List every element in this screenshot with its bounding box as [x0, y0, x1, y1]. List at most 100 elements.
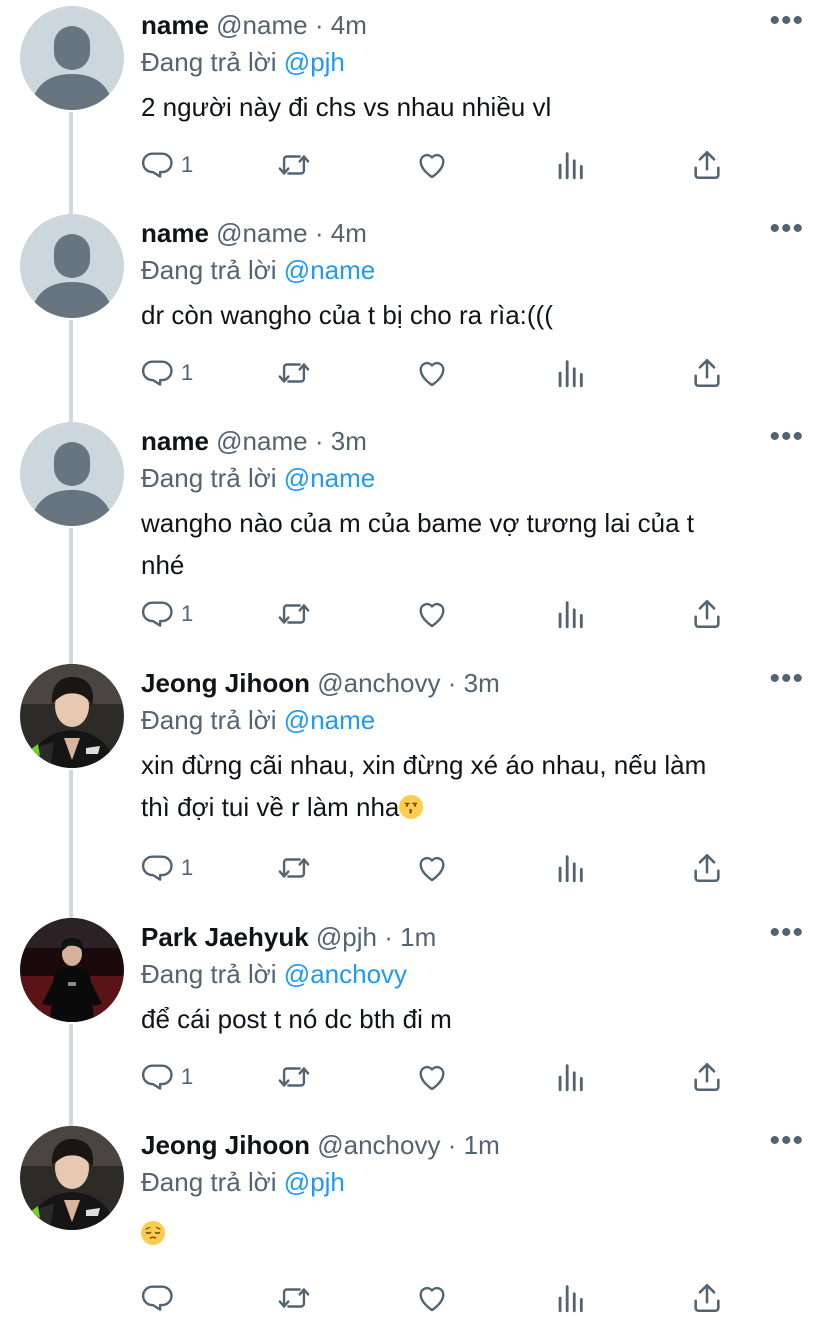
more-icon[interactable]: ••• — [769, 214, 804, 252]
avatar[interactable] — [20, 422, 124, 526]
tweet[interactable]: Jeong Jihoon @anchovy · 3m ••• Đang trả … — [0, 658, 828, 912]
separator-dot: · — [314, 426, 324, 456]
analytics-button[interactable] — [553, 353, 587, 393]
tweet-content: name @name · 4m ••• Đang trả lời @pjh 2 … — [141, 6, 804, 128]
like-button[interactable] — [415, 848, 449, 888]
more-icon[interactable]: ••• — [769, 1126, 804, 1164]
replying-to-mention[interactable]: @name — [284, 705, 375, 735]
analytics-button[interactable] — [553, 145, 587, 185]
tweet-text: để cái post t nó dc bth đi m — [141, 1004, 452, 1034]
replying-to: Đang trả lời @name — [141, 252, 804, 288]
tweet-header: name @name · 3m ••• — [141, 422, 804, 460]
like-button[interactable] — [415, 145, 449, 185]
retweet-button[interactable] — [277, 353, 311, 393]
display-name[interactable]: Jeong Jihoon — [141, 668, 310, 698]
display-name[interactable]: Jeong Jihoon — [141, 1130, 310, 1160]
share-button[interactable] — [690, 848, 724, 888]
reply-button[interactable]: 1 — [141, 594, 193, 634]
reply-button[interactable]: 1 — [141, 1057, 193, 1097]
like-button[interactable] — [415, 594, 449, 634]
share-icon — [690, 1060, 724, 1094]
retweet-icon — [277, 148, 311, 182]
tweet-text: dr còn wangho của t bị cho ra rìa:((( — [141, 300, 553, 330]
display-name[interactable]: name — [141, 426, 209, 456]
share-button[interactable] — [690, 353, 724, 393]
like-button[interactable] — [415, 353, 449, 393]
retweet-button[interactable] — [277, 594, 311, 634]
like-button[interactable] — [415, 1057, 449, 1097]
username[interactable]: @anchovy — [317, 1130, 440, 1160]
more-icon[interactable]: ••• — [769, 422, 804, 460]
share-button[interactable] — [690, 1057, 724, 1097]
avatar[interactable] — [20, 6, 124, 110]
tweet[interactable]: Jeong Jihoon @anchovy · 1m ••• Đang trả … — [0, 1120, 828, 1324]
replying-to-mention[interactable]: @pjh — [284, 1167, 345, 1197]
timestamp[interactable]: 1m — [464, 1130, 500, 1160]
retweet-button[interactable] — [277, 145, 311, 185]
username[interactable]: @name — [216, 218, 307, 248]
more-icon[interactable]: ••• — [769, 664, 804, 702]
reply-icon — [141, 851, 175, 885]
share-button[interactable] — [690, 1278, 724, 1318]
timestamp[interactable]: 4m — [331, 10, 367, 40]
reply-count: 1 — [181, 360, 194, 385]
avatar[interactable] — [20, 1126, 124, 1230]
username[interactable]: @name — [216, 426, 307, 456]
reply-button[interactable]: 1 — [141, 353, 193, 393]
tweet-text — [141, 1212, 804, 1254]
replying-to-mention[interactable]: @name — [284, 255, 375, 285]
timestamp[interactable]: 1m — [400, 922, 436, 952]
retweet-button[interactable] — [277, 1057, 311, 1097]
default-avatar-icon — [20, 422, 124, 526]
username[interactable]: @name — [216, 10, 307, 40]
replying-to-label: Đang trả lời — [141, 1167, 277, 1197]
like-icon — [415, 1060, 449, 1094]
retweet-button[interactable] — [277, 848, 311, 888]
tweet[interactable]: name @name · 3m ••• Đang trả lời @name w… — [0, 416, 828, 658]
more-icon[interactable]: ••• — [769, 918, 804, 956]
tweet[interactable]: name @name · 4m ••• Đang trả lời @name d… — [0, 208, 828, 416]
analytics-icon — [553, 851, 587, 885]
analytics-icon — [553, 1060, 587, 1094]
share-button[interactable] — [690, 145, 724, 185]
tweet-header: name @name · 4m ••• — [141, 6, 804, 44]
avatar[interactable] — [20, 214, 124, 318]
analytics-button[interactable] — [553, 848, 587, 888]
timestamp[interactable]: 3m — [464, 668, 500, 698]
replying-to-mention[interactable]: @name — [284, 463, 375, 493]
like-button[interactable] — [415, 1278, 449, 1318]
analytics-button[interactable] — [553, 594, 587, 634]
tweet-text: xin đừng cãi nhau, xin đừng xé áo nhau, … — [141, 744, 804, 828]
reply-button[interactable] — [141, 1278, 175, 1318]
tweet-actions: 1 — [141, 145, 761, 185]
share-button[interactable] — [690, 594, 724, 634]
replying-to-mention[interactable]: @anchovy — [284, 959, 407, 989]
username[interactable]: @pjh — [316, 922, 377, 952]
reply-button[interactable]: 1 — [141, 848, 193, 888]
tweet[interactable]: name @name · 4m ••• Đang trả lời @pjh 2 … — [0, 0, 828, 208]
share-icon — [690, 1281, 724, 1315]
display-name[interactable]: name — [141, 218, 209, 248]
display-name[interactable]: name — [141, 10, 209, 40]
timestamp[interactable]: 4m — [331, 218, 367, 248]
analytics-button[interactable] — [553, 1057, 587, 1097]
tweet[interactable]: Park Jaehyuk @pjh · 1m ••• Đang trả lời … — [0, 912, 828, 1120]
analytics-button[interactable] — [553, 1278, 587, 1318]
tweet-text-line: wangho nào của m của bame vợ tương lai c… — [141, 508, 695, 538]
reply-button[interactable]: 1 — [141, 145, 193, 185]
share-icon — [690, 597, 724, 631]
like-icon — [415, 597, 449, 631]
avatar[interactable] — [20, 918, 124, 1022]
username[interactable]: @anchovy — [317, 668, 440, 698]
retweet-button[interactable] — [277, 1278, 311, 1318]
reply-count: 1 — [181, 1064, 194, 1089]
timestamp[interactable]: 3m — [331, 426, 367, 456]
avatar[interactable] — [20, 664, 124, 768]
tweet-text: wangho nào của m của bame vợ tương lai c… — [141, 502, 804, 586]
more-icon[interactable]: ••• — [769, 6, 804, 44]
replying-to-mention[interactable]: @pjh — [284, 47, 345, 77]
display-name[interactable]: Park Jaehyuk — [141, 922, 309, 952]
reply-count: 1 — [181, 855, 194, 880]
analytics-icon — [553, 1281, 587, 1315]
tweet-header: name @name · 4m ••• — [141, 214, 804, 252]
